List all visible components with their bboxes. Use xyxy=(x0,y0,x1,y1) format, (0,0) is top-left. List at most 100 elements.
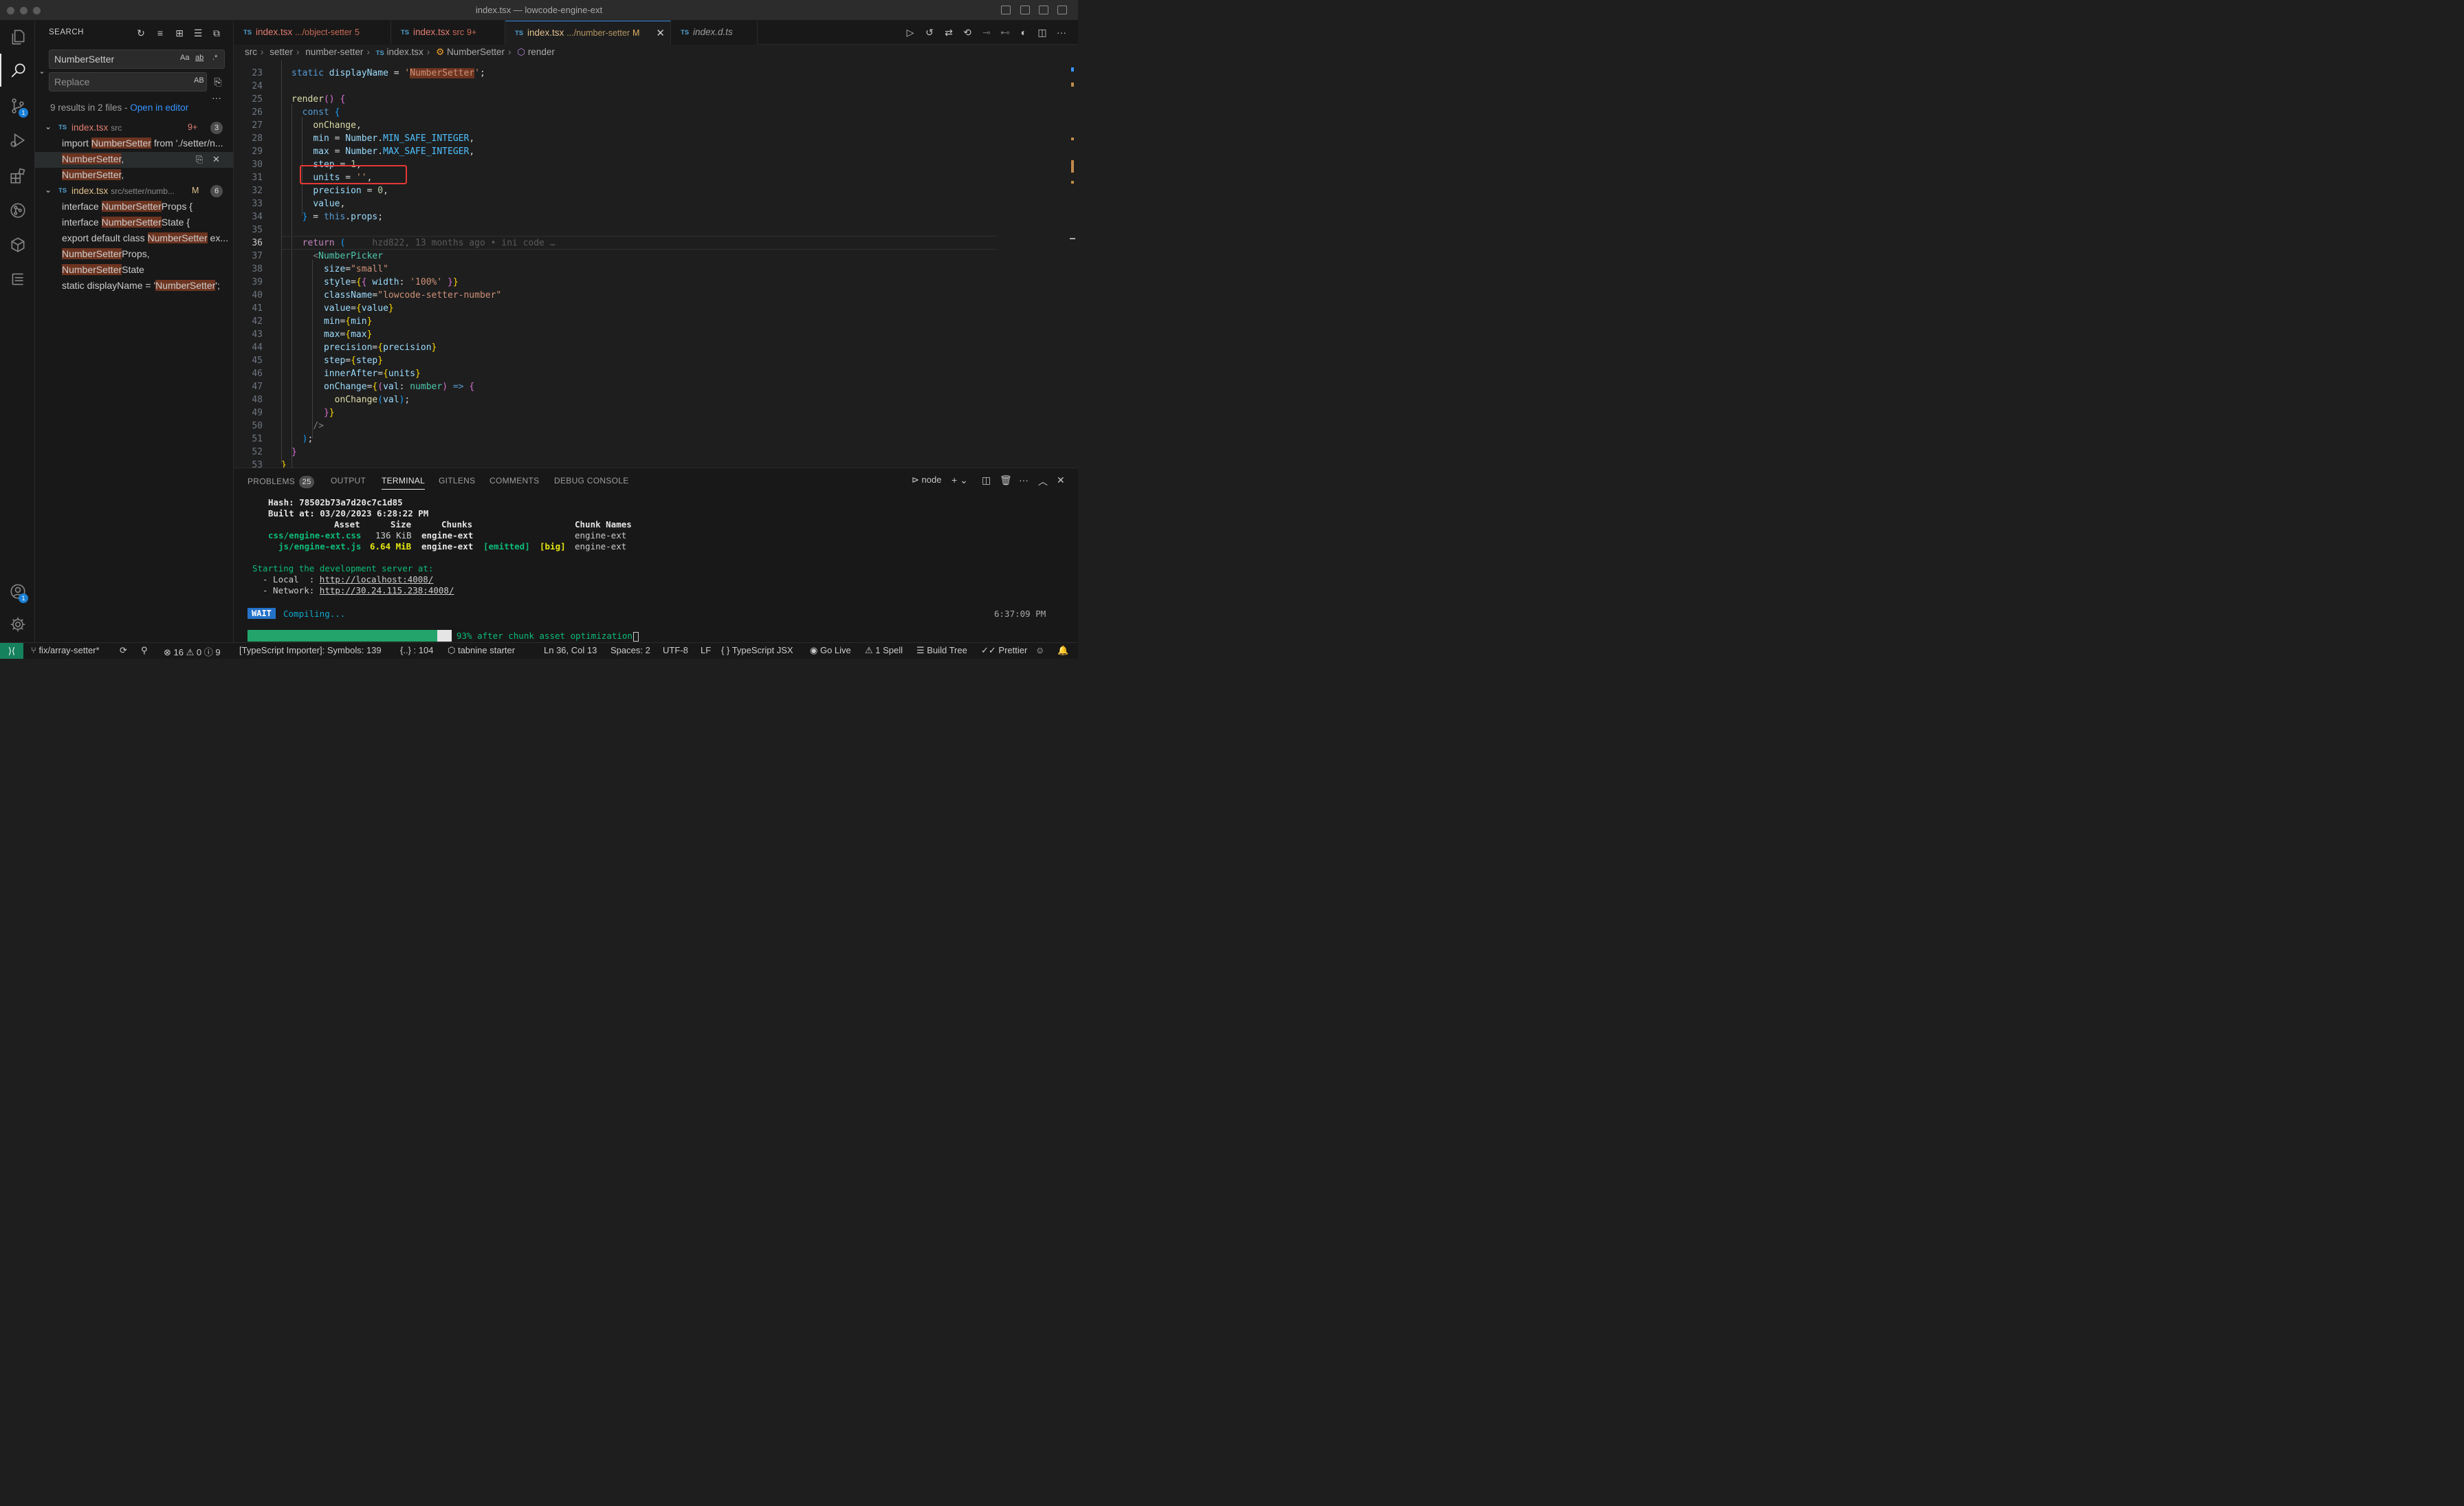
tab-comments[interactable]: COMMENTS xyxy=(490,476,539,485)
match-item[interactable]: interface NumberSetterProps { xyxy=(35,199,233,215)
previous-change-icon[interactable]: ⟲ xyxy=(962,27,973,38)
cursor-position[interactable]: Ln 36, Col 13 xyxy=(544,645,597,655)
toggle-replace-chevron-icon[interactable]: ⌄ xyxy=(36,66,47,77)
breadcrumb-item[interactable]: number-setter xyxy=(305,47,363,57)
match-item[interactable]: NumberSetterProps, xyxy=(35,247,233,263)
split-terminal-icon[interactable]: ◫ xyxy=(982,474,991,486)
open-changes-icon[interactable]: ⇄ xyxy=(943,27,954,38)
explorer-icon[interactable] xyxy=(0,21,35,54)
open-in-editor-link[interactable]: Open in editor xyxy=(130,102,188,113)
timeline-history-icon[interactable]: ↺ xyxy=(924,27,935,38)
blame-next-icon[interactable]: ⊷ xyxy=(1000,27,1011,38)
code-editor[interactable]: 23 24 25 26 27 28 29 30 31 32 33 34 35 36 37 38 39 40 41 42… xyxy=(234,61,1078,468)
toggle-secondary-sidebar-icon[interactable] xyxy=(1039,6,1048,14)
search-input[interactable]: NumberSetter Aa ab .* xyxy=(49,50,225,69)
maximize-panel-icon[interactable]: ︿ xyxy=(1038,474,1048,488)
breadcrumb-item[interactable]: src xyxy=(245,47,257,57)
tab-problems[interactable]: PROBLEMS 25 xyxy=(248,476,315,488)
new-search-editor-icon[interactable]: ⊞ xyxy=(174,28,185,39)
local-url-link[interactable]: http://localhost:4008/ xyxy=(320,574,434,585)
breadcrumb-item[interactable]: index.tsx xyxy=(387,47,424,57)
accounts-icon[interactable]: 1 xyxy=(0,575,35,608)
tabnine-status[interactable]: ⬡ tabnine starter xyxy=(448,645,515,656)
match-whole-word-icon[interactable]: ab xyxy=(195,54,204,62)
bracket-count-status[interactable]: {..} : 104 xyxy=(400,645,433,655)
toggle-sidebar-icon[interactable] xyxy=(1001,6,1011,14)
panel-more-icon[interactable]: ··· xyxy=(1019,474,1028,485)
git-branch[interactable]: ⑂ fix/array-setter* xyxy=(31,645,100,655)
ts-importer-status[interactable]: [TypeScript Importer]: Symbols: 139 xyxy=(239,645,382,655)
build-tree-button[interactable]: ☰ Build Tree xyxy=(916,645,967,656)
tab-number-setter-index[interactable]: TS index.tsx .../number-setter M ✕ xyxy=(505,21,671,45)
customize-layout-icon[interactable] xyxy=(1057,6,1067,14)
problems-status[interactable]: ⊗ 16 ⚠ 0 ⓘ 9 xyxy=(164,645,221,658)
language-mode[interactable]: { } TypeScript JSX xyxy=(721,645,793,655)
terminal-selector[interactable]: ⊳ node xyxy=(912,474,941,485)
more-actions-icon[interactable]: ··· xyxy=(1056,27,1067,38)
sync-icon[interactable]: ⟳ xyxy=(120,645,127,656)
match-item[interactable]: interface NumberSetterState { xyxy=(35,215,233,231)
blame-previous-icon[interactable]: ⊸ xyxy=(981,27,992,38)
search-icon[interactable] xyxy=(0,54,35,87)
match-item[interactable]: NumberSetterState xyxy=(35,263,233,279)
settings-gear-icon[interactable] xyxy=(0,608,35,641)
gitlens-toggle-icon[interactable]: ◐ xyxy=(1018,27,1029,38)
prettier-status[interactable]: ✓✓ Prettier xyxy=(981,645,1027,656)
tab-src-index[interactable]: TS index.tsx src 9+ xyxy=(391,21,505,45)
end-of-line[interactable]: LF xyxy=(701,645,711,655)
source-control-icon[interactable]: 1 xyxy=(0,89,35,122)
match-item[interactable]: export default class NumberSetter ex... xyxy=(35,231,233,247)
search-details-more[interactable]: ··· xyxy=(211,92,222,103)
gitlens-icon[interactable] xyxy=(0,194,35,227)
editor-scrollbar[interactable] xyxy=(1070,61,1075,468)
toggle-panel-icon[interactable] xyxy=(1020,6,1030,14)
breadcrumb-item[interactable]: setter xyxy=(270,47,293,57)
remote-explorer-icon[interactable] xyxy=(0,228,35,261)
go-live-button[interactable]: ◉ Go Live xyxy=(810,645,851,656)
match-item[interactable]: import NumberSetter from './setter/n... xyxy=(35,136,233,152)
view-as-tree-icon[interactable]: ☰ xyxy=(192,28,204,39)
close-panel-icon[interactable]: ✕ xyxy=(1057,474,1065,486)
replace-input[interactable]: Replace AB xyxy=(49,72,207,91)
gitlens-status-icon[interactable]: ⚲ xyxy=(141,645,148,656)
feedback-icon[interactable]: ☺ xyxy=(1035,645,1044,655)
encoding[interactable]: UTF-8 xyxy=(663,645,688,655)
tab-index-d-ts[interactable]: TS index.d.ts xyxy=(671,21,758,45)
notifications-bell-icon[interactable]: 🔔 xyxy=(1057,645,1068,656)
outline-icon[interactable] xyxy=(0,263,35,296)
code-line: onChange(val); xyxy=(334,395,410,405)
collapse-all-icon[interactable]: ⧉ xyxy=(211,28,222,39)
result-file[interactable]: ⌄ TS index.tsx src 9+ 3 xyxy=(35,121,233,136)
refresh-icon[interactable]: ↻ xyxy=(135,28,146,39)
tab-debug-console[interactable]: DEBUG CONSOLE xyxy=(554,476,629,485)
kill-terminal-icon[interactable]: 🗑 xyxy=(1000,474,1012,486)
breadcrumb-item[interactable]: render xyxy=(528,47,555,57)
tab-terminal[interactable]: TERMINAL xyxy=(382,476,426,490)
preserve-case-icon[interactable]: AB xyxy=(194,76,204,85)
split-editor-icon[interactable]: ◫ xyxy=(1037,27,1048,38)
result-file[interactable]: ⌄ TS index.tsx src/setter/numb... M 6 xyxy=(35,184,233,199)
close-tab-icon[interactable]: ✕ xyxy=(656,27,665,39)
breadcrumb-item[interactable]: NumberSetter xyxy=(447,47,505,57)
run-icon[interactable]: ▷ xyxy=(905,27,916,38)
typescript-file-icon: TS xyxy=(58,124,67,131)
new-terminal-icon[interactable]: + ⌄ xyxy=(952,474,968,486)
use-regex-icon[interactable]: .* xyxy=(212,54,217,62)
run-debug-icon[interactable] xyxy=(0,124,35,157)
extensions-icon[interactable] xyxy=(0,160,35,193)
dismiss-match-icon[interactable]: ✕ xyxy=(212,154,220,165)
match-item[interactable]: NumberSetter, ⎘ ✕ xyxy=(35,152,233,168)
replace-all-icon[interactable]: ⎘ xyxy=(212,76,223,87)
tab-object-setter-index[interactable]: TS index.tsx .../object-setter 5 xyxy=(234,21,391,45)
network-url-link[interactable]: http://30.24.115.238:4008/ xyxy=(320,585,454,596)
indentation[interactable]: Spaces: 2 xyxy=(610,645,650,655)
clear-results-icon[interactable]: ≡ xyxy=(155,28,166,39)
spell-status[interactable]: ⚠ 1 Spell xyxy=(865,645,903,656)
tab-gitlens[interactable]: GITLENS xyxy=(439,476,475,485)
match-item[interactable]: NumberSetter, xyxy=(35,168,233,184)
replace-match-icon[interactable]: ⎘ xyxy=(196,154,203,165)
match-item[interactable]: static displayName = 'NumberSetter'; xyxy=(35,279,233,294)
remote-indicator-icon[interactable]: ⟩⟨ xyxy=(0,643,23,659)
tab-output[interactable]: OUTPUT xyxy=(331,476,366,485)
match-case-icon[interactable]: Aa xyxy=(180,54,189,62)
